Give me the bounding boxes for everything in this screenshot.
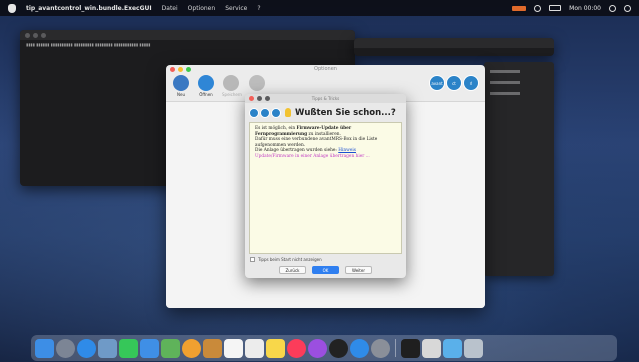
panel-text-line [490, 70, 520, 73]
toolbar-save-button[interactable]: Speichern [222, 75, 242, 97]
wifi-icon[interactable] [534, 4, 542, 12]
dialog-heading: Wußten Sie schon...? [295, 107, 396, 118]
tip-link[interactable]: Hinweis [338, 148, 356, 153]
dialog-titlebar: Tipps & Tricks [245, 94, 406, 103]
appstore-icon[interactable] [350, 338, 369, 358]
brand-logo-part: ct [446, 75, 462, 91]
menu-item-datei[interactable]: Datei [162, 5, 178, 12]
toolbar-label: Öffnen [199, 92, 213, 97]
appletv-icon[interactable] [329, 338, 348, 358]
notes-app-icon[interactable] [203, 338, 222, 358]
dialog-window-title: Tipps & Tricks [311, 96, 340, 101]
panel-text-line [490, 92, 520, 95]
show-tips-checkbox[interactable]: Tipps beim Start nicht anzeigen [250, 257, 322, 262]
ok-button[interactable]: OK [312, 266, 339, 274]
open-icon [198, 75, 214, 91]
new-icon [173, 75, 189, 91]
brand-logo-part: avant [429, 75, 445, 91]
search-icon[interactable] [609, 4, 616, 12]
messages-icon[interactable] [119, 338, 138, 358]
calendar-icon[interactable] [224, 338, 243, 358]
menu-bar: tip_avantcontrol_win.bundle.ExecGUI Date… [0, 0, 639, 16]
battery-icon[interactable] [549, 5, 562, 11]
app-icon[interactable] [422, 338, 441, 358]
dock [31, 335, 617, 361]
zoom-icon[interactable] [41, 32, 46, 38]
control-center-icon[interactable] [624, 4, 631, 12]
checkbox-label: Tipps beim Start nicht anzeigen [258, 257, 322, 262]
photos-icon[interactable] [182, 338, 201, 358]
reminders-icon[interactable] [245, 338, 264, 358]
preview-icon[interactable] [98, 338, 117, 358]
safari-icon[interactable] [77, 338, 96, 358]
previous-button[interactable]: Zurück [279, 266, 306, 274]
menu-clock[interactable]: Mon 00:00 [569, 5, 601, 12]
menu-extras: Mon 00:00 [512, 4, 631, 12]
background-window-titlebar [354, 38, 554, 48]
tip-text: Die Anlage übertragen wurden siehe: [255, 148, 339, 154]
tip-text: Es ist möglich, ein [255, 126, 297, 131]
toolbar-new-button[interactable]: Neu [172, 75, 190, 97]
panel-text-line [490, 81, 520, 84]
toolbar-label: Speichern [222, 92, 242, 97]
menu-app-name[interactable]: tip_avantcontrol_win.bundle.ExecGUI [26, 5, 152, 12]
dock-separator [395, 339, 396, 357]
menu-item-help[interactable]: ? [257, 5, 260, 12]
apple-menu-icon[interactable] [8, 3, 16, 13]
terminal-line: ▮▮▮▮ ▮▮▮▮▮▮ ▮▮▮▮▮▮▮▮▮▮ ▮▮▮▮▮▮▮▮▮ ▮▮▮▮▮▮▮… [26, 42, 151, 47]
minimize-icon[interactable] [33, 32, 38, 38]
brand-logo-part: rl [463, 75, 479, 91]
background-window-right[interactable] [354, 38, 554, 56]
background-side-panel[interactable] [484, 62, 554, 276]
brand-logo-icon [249, 107, 281, 118]
toolbar-open-button[interactable]: Öffnen [197, 75, 215, 97]
notes-icon[interactable] [266, 338, 285, 358]
main-window-titlebar: Optionen [166, 65, 485, 74]
launchpad-icon[interactable] [56, 338, 75, 358]
checkbox-box[interactable] [250, 257, 255, 262]
music-icon[interactable] [287, 338, 306, 358]
podcasts-icon[interactable] [308, 338, 327, 358]
finder-icon[interactable] [35, 338, 54, 358]
dialog-header: Wußten Sie schon...? [245, 103, 406, 122]
brand-logo: avant ct rl [429, 75, 479, 91]
tip-highlight-text: Update/Firmware in einer Anlage übertrag… [255, 153, 370, 159]
menu-item-service[interactable]: Service [225, 5, 247, 12]
tip-text: Dafür muss eine verbundene avantMRS-Box … [255, 137, 378, 148]
terminal-icon[interactable] [401, 338, 420, 358]
main-window-title: Optionen [314, 66, 337, 72]
terminal-titlebar [20, 30, 355, 40]
save-icon [223, 75, 239, 91]
dialog-buttons: Zurück OK Weiter [245, 266, 406, 274]
menu-item-optionen[interactable]: Optionen [188, 5, 216, 12]
toolbar-disabled-button[interactable] [248, 75, 266, 91]
trash-icon[interactable] [464, 338, 483, 358]
tip-text-box: Es ist möglich, ein Firmware-Update über… [249, 122, 402, 254]
recording-indicator-icon[interactable] [512, 5, 527, 11]
lightbulb-icon [285, 108, 291, 117]
tips-dialog[interactable]: Tipps & Tricks Wußten Sie schon...? Es i… [245, 94, 406, 278]
tip-text: zu installieren. [307, 131, 341, 137]
folder-icon[interactable] [443, 338, 462, 358]
disabled-icon [249, 75, 265, 91]
settings-icon[interactable] [371, 338, 390, 358]
maps-icon[interactable] [161, 338, 180, 358]
mail-icon[interactable] [140, 338, 159, 358]
next-button[interactable]: Weiter [345, 266, 372, 274]
toolbar-label: Neu [177, 92, 185, 97]
close-icon[interactable] [25, 32, 30, 38]
